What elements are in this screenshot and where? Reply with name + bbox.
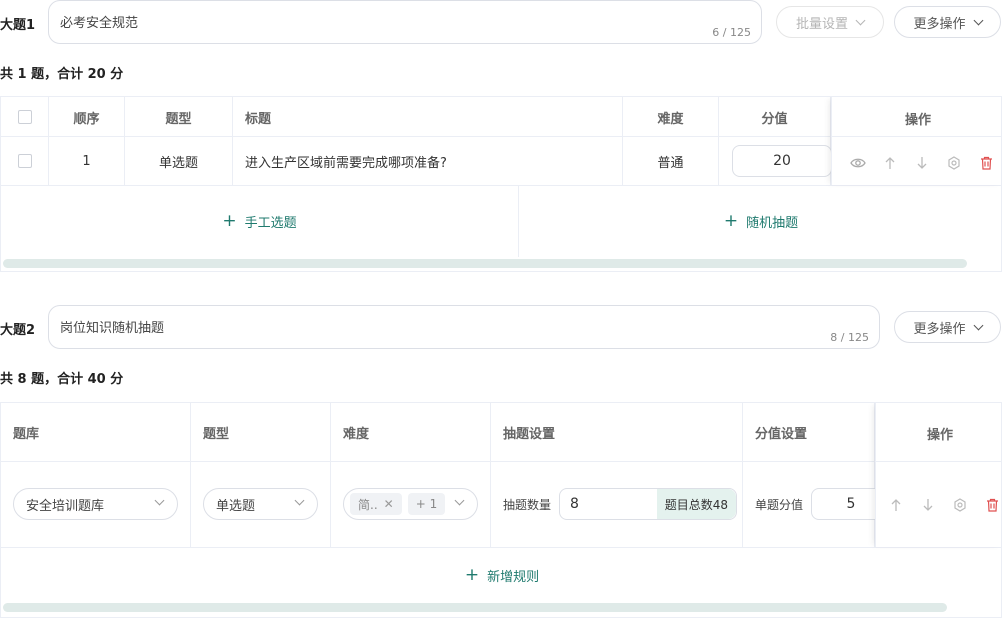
- gear-icon[interactable]: [952, 497, 968, 513]
- chevron-down-icon: [454, 495, 465, 506]
- header-actions: 操作: [904, 113, 931, 128]
- draw-count-value: 8: [570, 496, 579, 512]
- chevron-down-icon: [154, 495, 165, 506]
- section2-more-actions-label: 更多操作: [913, 321, 966, 337]
- header-select-all[interactable]: [1, 97, 49, 137]
- select-all-checkbox[interactable]: [17, 110, 32, 124]
- eye-icon[interactable]: [850, 155, 866, 171]
- draw-total-badge: 题目总数48: [656, 489, 736, 519]
- operations-column: 操作: [875, 403, 1001, 547]
- row-title: 进入生产区域前需要完成哪项准备?: [233, 137, 623, 185]
- section2-label: 大题2: [0, 323, 36, 338]
- horizontal-scrollbar[interactable]: [3, 259, 967, 268]
- add-rule-button[interactable]: + 新增规则: [1, 548, 1001, 602]
- question-type-select[interactable]: 单选题: [203, 488, 318, 520]
- operations-column: 操作: [831, 97, 1001, 185]
- chevron-down-icon: [855, 15, 866, 25]
- manual-select-label: 手工选题: [244, 215, 297, 231]
- batch-settings-button[interactable]: 批量设置: [776, 6, 884, 38]
- chevron-down-icon: [294, 495, 305, 506]
- row-select[interactable]: [1, 137, 49, 185]
- random-draw-label: 随机抽题: [746, 215, 799, 231]
- arrow-up-icon[interactable]: [882, 155, 898, 171]
- draw-count-input[interactable]: 8 题目总数48: [559, 488, 737, 520]
- plus-icon: +: [723, 210, 739, 231]
- section1-more-actions-label: 更多操作: [913, 16, 966, 32]
- chevron-down-icon: [973, 15, 983, 25]
- score-input[interactable]: 20: [732, 145, 832, 177]
- section1-title-counter: 6 / 125: [712, 26, 751, 39]
- gear-icon[interactable]: [946, 155, 962, 171]
- add-rule-label: 新增规则: [487, 569, 540, 585]
- divider: [832, 136, 1001, 137]
- header-order: 顺序: [49, 97, 125, 137]
- section1-title-value: 必考安全规范: [60, 16, 139, 31]
- header-score-settings: 分值设置: [743, 403, 875, 461]
- arrow-down-icon[interactable]: [920, 497, 936, 513]
- batch-settings-label: 批量设置: [795, 16, 848, 32]
- arrow-up-icon[interactable]: [888, 497, 904, 513]
- difficulty-tag-label: 简..: [358, 497, 378, 512]
- section1-title-input[interactable]: 必考安全规范 6 / 125: [48, 0, 762, 44]
- section2-more-actions-button[interactable]: 更多操作: [894, 311, 1001, 343]
- row-difficulty: 普通: [623, 137, 719, 185]
- question-type-value: 单选题: [216, 498, 256, 514]
- plus-icon: +: [464, 564, 480, 585]
- row-type: 单选题: [125, 137, 233, 185]
- section1-more-actions-button[interactable]: 更多操作: [894, 6, 1001, 38]
- section2-title-value: 岗位知识随机抽题: [60, 321, 165, 336]
- difficulty-more-tag: + 1: [407, 493, 446, 515]
- header-actions: 操作: [926, 428, 953, 443]
- horizontal-scrollbar[interactable]: [3, 603, 947, 612]
- plus-icon: +: [222, 210, 237, 231]
- random-draw-button[interactable]: + 随机抽题: [519, 185, 1001, 257]
- chevron-down-icon: [973, 320, 983, 330]
- section1-label: 大题1: [0, 18, 36, 33]
- header-difficulty: 难度: [623, 97, 719, 137]
- header-type: 题型: [125, 97, 233, 137]
- question-bank-value: 安全培训题库: [26, 498, 105, 514]
- section2-title-counter: 8 / 125: [830, 331, 869, 344]
- section2-summary: 共 8 题，合计 40 分: [0, 372, 124, 387]
- draw-count-label: 抽题数量: [503, 498, 552, 512]
- row-order: 1: [49, 137, 125, 185]
- difficulty-multiselect[interactable]: 简.. ✕ + 1: [343, 488, 478, 520]
- trash-icon[interactable]: [978, 155, 994, 171]
- header-bank: 题库: [1, 403, 191, 461]
- arrow-down-icon[interactable]: [914, 155, 930, 171]
- section1-summary: 共 1 题，合计 20 分: [0, 67, 124, 82]
- per-question-score-value: 5: [846, 496, 856, 512]
- difficulty-tag: 简.. ✕: [350, 493, 402, 515]
- header-score: 分值: [719, 97, 831, 137]
- score-value: 20: [773, 153, 791, 169]
- header-title: 标题: [233, 97, 623, 137]
- section2-rule-table: 题库 题型 难度 抽题设置 分值设置 安全培训题库 单选题 简.. ✕ + 1 …: [0, 402, 1002, 618]
- section2-title-input[interactable]: 岗位知识随机抽题 8 / 125: [48, 305, 880, 349]
- section1-question-table: 顺序 题型 标题 难度 分值 1 单选题 进入生产区域前需要完成哪项准备? 普通…: [0, 96, 1002, 272]
- header-draw-settings: 抽题设置: [491, 403, 743, 461]
- question-bank-select[interactable]: 安全培训题库: [13, 488, 178, 520]
- trash-icon[interactable]: [984, 497, 1000, 513]
- header-difficulty: 难度: [331, 403, 491, 461]
- header-type: 题型: [191, 403, 331, 461]
- per-question-score-label: 单题分值: [755, 498, 804, 512]
- close-icon[interactable]: ✕: [384, 497, 394, 511]
- divider: [876, 461, 1001, 462]
- row-checkbox[interactable]: [17, 154, 32, 168]
- manual-select-button[interactable]: + 手工选题: [1, 185, 518, 257]
